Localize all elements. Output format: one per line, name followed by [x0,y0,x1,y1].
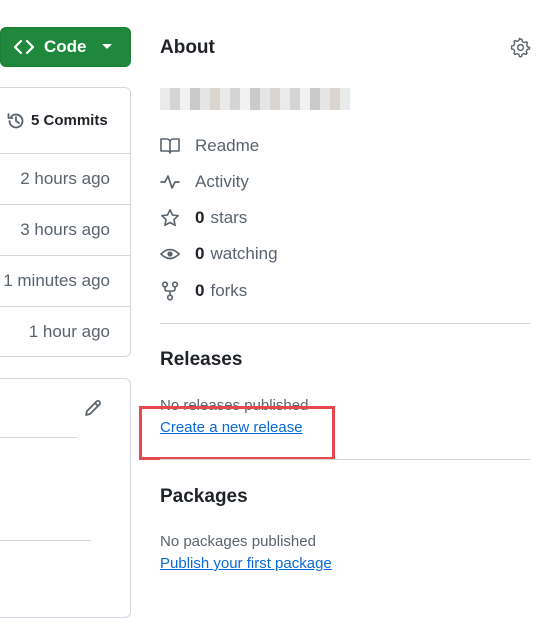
code-button-label: Code [44,37,87,56]
commits-link[interactable]: 5 Commits [0,88,130,154]
code-brackets-icon [14,39,34,55]
history-icon [6,111,26,131]
about-heading: About [160,37,215,58]
commit-time[interactable]: 1 hour ago [0,307,130,358]
commits-count-label: 5 Commits [31,112,108,129]
publish-package-link[interactable]: Publish your first package [160,555,332,572]
eye-icon [160,244,180,264]
divider [0,540,91,541]
watching-link[interactable]: 0 watching [160,242,278,266]
forks-count: 0 [195,281,205,300]
annotation-highlight-box [139,406,335,460]
releases-heading[interactable]: Releases [160,349,242,371]
pulse-icon [160,172,180,192]
packages-heading[interactable]: Packages [160,486,248,508]
divider [160,323,530,324]
repo-description-redacted [160,88,350,110]
divider [160,459,530,460]
pencil-icon[interactable] [83,398,103,418]
activity-label: Activity [195,172,249,191]
stars-link[interactable]: 0 stars [160,206,247,230]
watching-label: watching [210,244,278,263]
stars-label: stars [210,208,248,227]
forks-link[interactable]: 0 forks [160,279,247,303]
book-icon [160,136,180,156]
commit-time[interactable]: 2 hours ago [0,154,130,205]
divider [0,437,77,438]
commit-time[interactable]: 3 hours ago [0,205,130,256]
chevron-down-icon [101,43,113,51]
commits-panel: 5 Commits 2 hours ago 3 hours ago 1 minu… [0,87,131,357]
code-button[interactable]: Code [0,27,131,67]
stars-count: 0 [195,208,205,227]
activity-link[interactable]: Activity [160,170,249,194]
forks-label: forks [210,281,248,300]
readme-link[interactable]: Readme [160,134,259,158]
gear-icon[interactable] [510,37,531,58]
star-icon [160,208,180,228]
no-packages-text: No packages published [160,533,316,550]
commit-time[interactable]: 1 minutes ago [0,256,130,307]
fork-icon [160,281,180,301]
watching-count: 0 [195,244,205,263]
readme-label: Readme [195,136,260,155]
readme-panel [0,378,131,618]
